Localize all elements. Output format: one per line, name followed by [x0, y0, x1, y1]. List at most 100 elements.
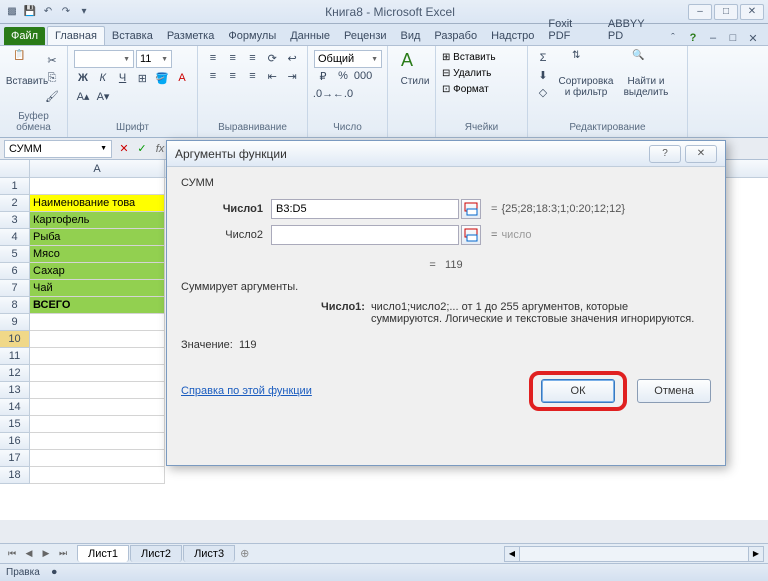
sort-filter-button[interactable]: ⇅ Сортировка и фильтр	[558, 50, 614, 98]
sheet-tab-1[interactable]: Лист1	[77, 545, 129, 562]
row-header[interactable]: 9	[0, 314, 30, 331]
dec-decimal-button[interactable]: ←.0	[334, 86, 352, 102]
row-header[interactable]: 5	[0, 246, 30, 263]
macro-record-icon[interactable]: ⏺	[52, 567, 57, 578]
comma-button[interactable]: 000	[354, 68, 372, 84]
align-top-button[interactable]: ≡	[204, 50, 222, 66]
sheet-tab-3[interactable]: Лист3	[183, 545, 235, 562]
clear-button[interactable]: ◇	[534, 84, 552, 100]
row-header[interactable]: 1	[0, 178, 30, 195]
shrink-font-button[interactable]: A▾	[94, 88, 112, 104]
cell[interactable]	[30, 382, 165, 399]
cell[interactable]	[30, 314, 165, 331]
row-header[interactable]: 16	[0, 433, 30, 450]
row-header[interactable]: 3	[0, 212, 30, 229]
doc-minimize-icon[interactable]: –	[706, 31, 720, 45]
tab-addins[interactable]: Надстро	[484, 27, 541, 45]
enter-formula-icon[interactable]: ✓	[134, 141, 150, 157]
cell[interactable]: Мясо	[30, 246, 165, 263]
font-color-button[interactable]: A	[173, 70, 191, 86]
cancel-button[interactable]: Отмена	[637, 379, 711, 403]
ok-button[interactable]: ОК	[541, 379, 615, 403]
row-header[interactable]: 10	[0, 331, 30, 348]
inc-decimal-button[interactable]: .0→	[314, 86, 332, 102]
bold-button[interactable]: Ж	[74, 70, 92, 86]
cell[interactable]: Картофель	[30, 212, 165, 229]
cell[interactable]	[30, 331, 165, 348]
close-button[interactable]: ✕	[740, 4, 764, 20]
align-center-button[interactable]: ≡	[224, 68, 242, 84]
grow-font-button[interactable]: A▴	[74, 88, 92, 104]
cell[interactable]: Чай	[30, 280, 165, 297]
row-header[interactable]: 18	[0, 467, 30, 484]
row-header[interactable]: 11	[0, 348, 30, 365]
new-sheet-button[interactable]: ⊕	[240, 547, 249, 560]
indent-dec-button[interactable]: ⇤	[263, 68, 281, 84]
arg1-ref-button[interactable]	[461, 199, 481, 219]
copy-icon[interactable]: ⎘	[43, 70, 61, 86]
align-left-button[interactable]: ≡	[204, 68, 222, 84]
align-bottom-button[interactable]: ≡	[244, 50, 262, 66]
find-select-button[interactable]: 🔍 Найти и выделить	[620, 50, 672, 98]
align-middle-button[interactable]: ≡	[224, 50, 242, 66]
cell[interactable]	[30, 399, 165, 416]
col-header-a[interactable]: A	[30, 160, 165, 177]
row-header[interactable]: 13	[0, 382, 30, 399]
tab-file[interactable]: Файл	[4, 27, 45, 45]
sheet-nav-next-icon[interactable]: ▶	[38, 546, 54, 562]
cell[interactable]	[30, 348, 165, 365]
minimize-button[interactable]: –	[688, 4, 712, 20]
dialog-titlebar[interactable]: Аргументы функции ? ✕	[167, 141, 725, 167]
sheet-tab-2[interactable]: Лист2	[130, 545, 182, 562]
border-button[interactable]: ⊞	[133, 70, 151, 86]
sheet-nav-prev-icon[interactable]: ◀	[21, 546, 37, 562]
select-all-corner[interactable]	[0, 160, 30, 177]
row-header[interactable]: 4	[0, 229, 30, 246]
help-icon[interactable]: ?	[686, 31, 700, 45]
currency-button[interactable]: ₽	[314, 68, 332, 84]
redo-icon[interactable]: ↷	[58, 4, 74, 20]
save-icon[interactable]: 💾	[22, 4, 38, 20]
tab-developer[interactable]: Разрабо	[427, 27, 484, 45]
horizontal-scrollbar[interactable]: ◀ ▶	[504, 546, 764, 562]
delete-cells-button[interactable]: ⊟ Удалить	[442, 66, 521, 82]
doc-close-icon[interactable]: ✕	[746, 31, 760, 45]
paste-button[interactable]: 📋 Вставить	[6, 50, 48, 87]
italic-button[interactable]: К	[94, 70, 112, 86]
cell[interactable]	[30, 450, 165, 467]
row-header[interactable]: 7	[0, 280, 30, 297]
row-header[interactable]: 14	[0, 399, 30, 416]
percent-button[interactable]: %	[334, 68, 352, 84]
cell[interactable]: ВСЕГО	[30, 297, 165, 314]
maximize-button[interactable]: □	[714, 4, 738, 20]
tab-home[interactable]: Главная	[47, 26, 105, 45]
ribbon-minimize-icon[interactable]: ˆ	[666, 31, 680, 45]
cancel-formula-icon[interactable]: ✕	[116, 141, 132, 157]
tab-insert[interactable]: Вставка	[105, 27, 160, 45]
cell[interactable]	[30, 365, 165, 382]
wrap-text-button[interactable]: ↩	[283, 50, 301, 66]
cell[interactable]: Сахар	[30, 263, 165, 280]
fill-button[interactable]: ⬇	[534, 67, 552, 83]
number-format-combo[interactable]: Общий▼	[314, 50, 382, 68]
doc-restore-icon[interactable]: □	[726, 31, 740, 45]
align-right-button[interactable]: ≡	[244, 68, 262, 84]
underline-button[interactable]: Ч	[114, 70, 132, 86]
name-box[interactable]: СУММ▼	[4, 140, 112, 158]
row-header[interactable]: 6	[0, 263, 30, 280]
arg2-input[interactable]	[271, 225, 459, 245]
fill-color-button[interactable]: 🪣	[153, 70, 171, 86]
help-link[interactable]: Справка по этой функции	[181, 385, 312, 397]
sheet-nav-last-icon[interactable]: ⏭	[55, 546, 71, 562]
qat-dropdown-icon[interactable]: ▾	[76, 4, 92, 20]
sheet-nav-first-icon[interactable]: ⏮	[4, 546, 20, 562]
cell[interactable]	[30, 416, 165, 433]
cell[interactable]	[30, 433, 165, 450]
font-name-combo[interactable]: ▼	[74, 50, 134, 68]
autosum-button[interactable]: Σ	[534, 50, 552, 66]
orientation-button[interactable]: ⟳	[263, 50, 281, 66]
format-cells-button[interactable]: ⊡ Формат	[442, 82, 521, 98]
indent-inc-button[interactable]: ⇥	[283, 68, 301, 84]
arg2-ref-button[interactable]	[461, 225, 481, 245]
row-header[interactable]: 15	[0, 416, 30, 433]
